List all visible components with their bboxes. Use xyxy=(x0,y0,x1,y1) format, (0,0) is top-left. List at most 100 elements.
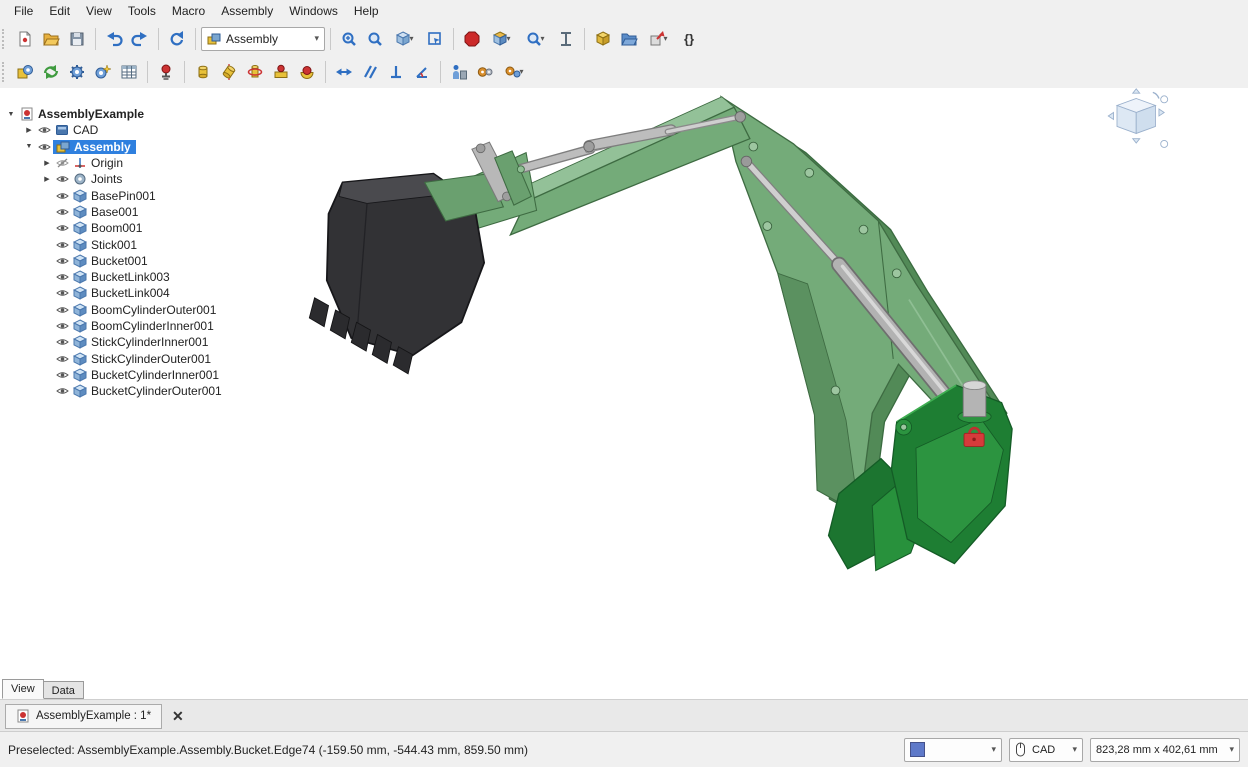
visibility-eye-icon[interactable] xyxy=(54,321,71,331)
menu-edit[interactable]: Edit xyxy=(41,1,78,21)
part-icon xyxy=(71,352,89,366)
create-joint-button[interactable] xyxy=(90,59,116,85)
view-size-selector[interactable]: 823,28 mm x 402,61 mm ▾ xyxy=(1090,738,1240,762)
zoom-in-button[interactable] xyxy=(336,26,362,52)
visibility-eye-icon[interactable] xyxy=(54,240,71,250)
distance-joint-button[interactable] xyxy=(331,59,357,85)
tree-item-bucketcylinderouter001[interactable]: BucketCylinderOuter001 xyxy=(4,383,254,399)
gear-joint-button[interactable] xyxy=(472,59,498,85)
visibility-eye-icon[interactable] xyxy=(54,191,71,201)
revolute-joint-button[interactable] xyxy=(216,59,242,85)
export-dropdown[interactable]: ▾ xyxy=(642,26,676,52)
expand-arrow-icon[interactable]: ▶ xyxy=(40,175,54,183)
isometric-view-dropdown[interactable]: ▾ xyxy=(388,26,422,52)
menu-tools[interactable]: Tools xyxy=(120,1,164,21)
tree-item-origin[interactable]: ▶ Origin xyxy=(4,155,254,171)
close-tab-button[interactable]: ✕ xyxy=(166,707,190,726)
stop-button[interactable] xyxy=(459,26,485,52)
tree-item-stickcylinderouter001[interactable]: StickCylinderOuter001 xyxy=(4,350,254,366)
expand-arrow-icon[interactable]: ▶ xyxy=(22,126,36,134)
visibility-eye-off-icon[interactable] xyxy=(54,158,71,168)
visibility-eye-icon[interactable] xyxy=(36,142,53,152)
gear-belt-joint-dropdown[interactable]: ▾ xyxy=(498,59,532,85)
tree-item-basepin001[interactable]: BasePin001 xyxy=(4,187,254,203)
expand-arrow-icon[interactable]: ▼ xyxy=(22,143,36,150)
solve-assembly-button[interactable] xyxy=(64,59,90,85)
insert-component-button[interactable] xyxy=(38,59,64,85)
tree-item-bucketlink003[interactable]: BucketLink003 xyxy=(4,269,254,285)
toolbar-drag-handle[interactable] xyxy=(2,62,8,82)
part-icon xyxy=(71,254,89,268)
tree-item-assembly[interactable]: ▼ Assembly xyxy=(4,139,254,155)
new-document-button[interactable] xyxy=(12,26,38,52)
workbench-selector[interactable]: Assembly ▾ xyxy=(201,27,325,51)
visibility-eye-icon[interactable] xyxy=(54,354,71,364)
expand-arrow-icon[interactable]: ▼ xyxy=(4,111,18,118)
slider-joint-button[interactable] xyxy=(268,59,294,85)
perpendicular-joint-button[interactable] xyxy=(383,59,409,85)
draw-style-selector[interactable]: ▾ xyxy=(904,738,1002,762)
angle-joint-button[interactable] xyxy=(409,59,435,85)
undo-button[interactable] xyxy=(101,26,127,52)
menu-assembly[interactable]: Assembly xyxy=(213,1,281,21)
expand-arrow-icon[interactable]: ▶ xyxy=(40,159,54,167)
tree-item-bucketlink004[interactable]: BucketLink004 xyxy=(4,285,254,301)
tree-item-boomcylinderouter001[interactable]: BoomCylinderOuter001 xyxy=(4,302,254,318)
tree-item-bucket001[interactable]: Bucket001 xyxy=(4,253,254,269)
visibility-eye-icon[interactable] xyxy=(54,288,71,298)
tab-data[interactable]: Data xyxy=(44,681,84,699)
document-tab[interactable]: AssemblyExample : 1* xyxy=(5,704,162,729)
grounded-joint-button[interactable] xyxy=(153,59,179,85)
menu-file[interactable]: File xyxy=(6,1,41,21)
tree-item-bucketcylinderinner001[interactable]: BucketCylinderInner001 xyxy=(4,367,254,383)
menu-help[interactable]: Help xyxy=(346,1,387,21)
tree-item-assemblyexample[interactable]: ▼ AssemblyExample xyxy=(4,106,254,122)
appearance-box-dropdown[interactable]: ▾ xyxy=(485,26,519,52)
menu-windows[interactable]: Windows xyxy=(281,1,346,21)
bill-of-materials-button[interactable] xyxy=(116,59,142,85)
tree-item-boom001[interactable]: Boom001 xyxy=(4,220,254,236)
simulation-button[interactable] xyxy=(446,59,472,85)
navigation-cube[interactable] xyxy=(1108,89,1167,148)
zoom-region-dropdown[interactable]: ▾ xyxy=(519,26,553,52)
tree-item-cad[interactable]: ▶ CAD xyxy=(4,122,254,138)
fixed-joint-icon xyxy=(194,63,212,81)
cylindrical-joint-button[interactable] xyxy=(242,59,268,85)
visibility-eye-icon[interactable] xyxy=(54,272,71,282)
tree-item-boomcylinderinner001[interactable]: BoomCylinderInner001 xyxy=(4,318,254,334)
visibility-eye-icon[interactable] xyxy=(54,305,71,315)
visibility-eye-icon[interactable] xyxy=(36,125,53,135)
open-document-button[interactable] xyxy=(38,26,64,52)
menu-macro[interactable]: Macro xyxy=(164,1,213,21)
redo-button[interactable] xyxy=(127,26,153,52)
visibility-eye-icon[interactable] xyxy=(54,256,71,266)
tree-item-base001[interactable]: Base001 xyxy=(4,204,254,220)
base-pin-part[interactable] xyxy=(958,381,991,423)
ball-joint-button[interactable] xyxy=(294,59,320,85)
save-document-button[interactable] xyxy=(64,26,90,52)
visibility-eye-icon[interactable] xyxy=(54,370,71,380)
refresh-button[interactable] xyxy=(164,26,190,52)
navigation-style-selector[interactable]: CAD ▾ xyxy=(1009,738,1083,762)
visibility-eye-icon[interactable] xyxy=(54,207,71,217)
fixed-joint-button[interactable] xyxy=(190,59,216,85)
fit-selection-button[interactable] xyxy=(422,26,448,52)
visibility-eye-icon[interactable] xyxy=(54,337,71,347)
tab-view[interactable]: View xyxy=(2,679,44,699)
measure-button[interactable] xyxy=(553,26,579,52)
parallel-joint-button[interactable] xyxy=(357,59,383,85)
toolbar-drag-handle[interactable] xyxy=(2,29,8,49)
tree-item-stick001[interactable]: Stick001 xyxy=(4,236,254,252)
visibility-eye-icon[interactable] xyxy=(54,386,71,396)
expression-editor-button[interactable]: {} xyxy=(676,26,702,52)
tree-item-stickcylinderinner001[interactable]: StickCylinderInner001 xyxy=(4,334,254,350)
selected-tree-item[interactable]: Assembly xyxy=(53,140,136,154)
visibility-eye-icon[interactable] xyxy=(54,174,71,184)
create-part-button[interactable] xyxy=(590,26,616,52)
menu-view[interactable]: View xyxy=(78,1,120,21)
visibility-eye-icon[interactable] xyxy=(54,223,71,233)
tree-item-joints[interactable]: ▶ Joints xyxy=(4,171,254,187)
create-group-button[interactable] xyxy=(616,26,642,52)
create-assembly-button[interactable] xyxy=(12,59,38,85)
zoom-all-button[interactable] xyxy=(362,26,388,52)
